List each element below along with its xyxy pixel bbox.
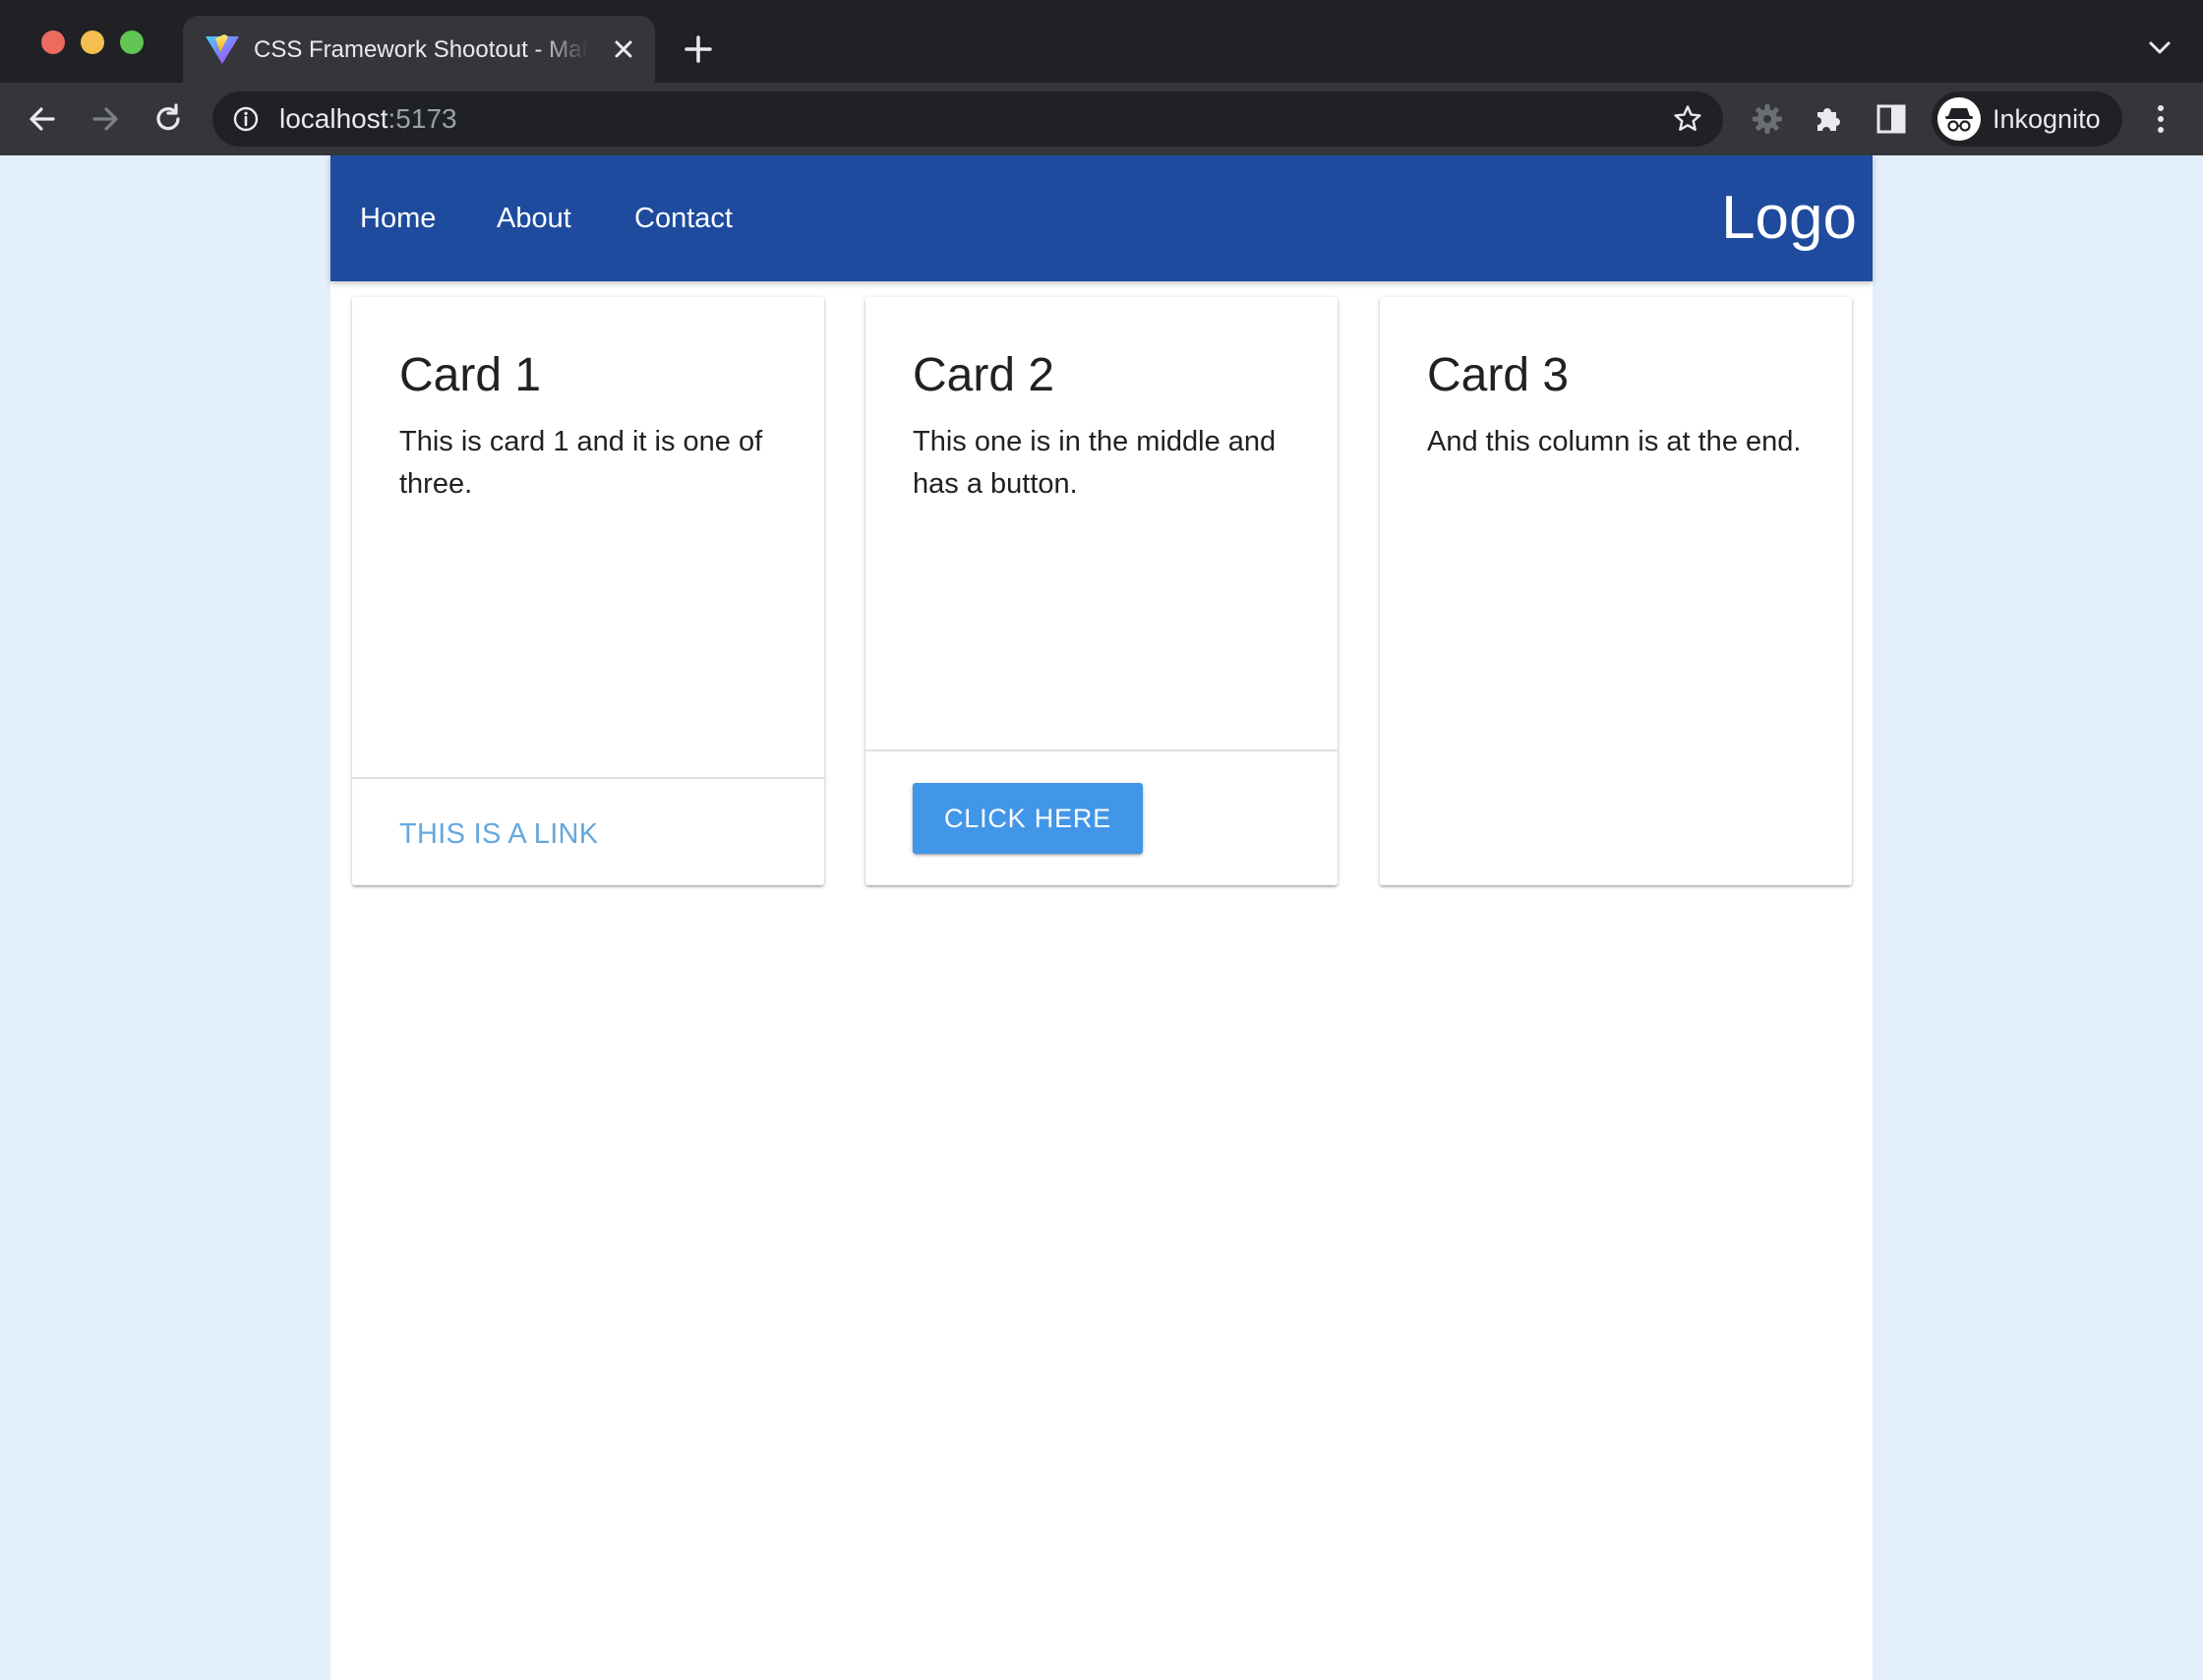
brand-logo[interactable]: Logo [1721,183,1857,254]
card-link[interactable]: This is a link [399,814,598,854]
nav-link-about[interactable]: About [497,199,571,238]
card-action: Click here [865,750,1338,885]
tab-strip: CSS Framework Shootout - Materialize [0,0,2203,83]
card-1: Card 1 This is card 1 and it is one of t… [352,297,824,885]
card-action: This is a link [352,777,824,885]
card-2: Card 2 This one is in the middle and has… [865,297,1338,885]
close-window-button[interactable] [41,30,65,54]
side-panel-icon[interactable] [1869,96,1914,142]
click-here-button[interactable]: Click here [913,783,1143,854]
url-text[interactable]: localhost:5173 [279,101,457,137]
card-3: Card 3 And this column is at the end. [1380,297,1852,885]
profile-label: Inkognito [1993,104,2101,134]
browser-toolbar: localhost:5173 Inkognito [0,83,2203,155]
star-icon[interactable] [1672,103,1703,135]
card-title: Card 1 [399,349,542,401]
gear-icon[interactable] [1745,96,1790,142]
reload-icon[interactable] [146,96,191,142]
maximize-window-button[interactable] [120,30,144,54]
card-text: This is card 1 and it is one of three. [399,426,763,500]
card-title: Card 2 [913,349,1055,401]
page-container: Home About Contact Logo Card 1 This is c… [330,155,1873,1680]
card-title: Card 3 [1427,349,1570,401]
plus-icon[interactable] [679,30,718,69]
nav-link-contact[interactable]: Contact [634,199,733,238]
page-viewport: Home About Contact Logo Card 1 This is c… [0,155,2203,1680]
arrow-right-icon[interactable] [83,96,128,142]
kebab-menu-icon[interactable] [2138,96,2183,142]
url-port: :5173 [387,103,457,134]
chevron-down-icon[interactable] [2142,33,2177,63]
tab-title: CSS Framework Shootout - Materialize [254,36,588,63]
url-host: localhost [279,103,388,134]
close-icon[interactable] [608,33,639,65]
profile-button[interactable]: Inkognito [1932,91,2122,147]
card-text: And this column is at the end. [1427,426,1802,457]
arrow-left-icon[interactable] [20,96,65,142]
nav-link-home[interactable]: Home [360,199,436,238]
incognito-icon [1937,97,1981,141]
browser-window: CSS Framework Shootout - Materialize [0,0,2203,1680]
address-bar[interactable]: localhost:5173 [212,91,1723,147]
vite-logo-icon [205,33,240,65]
navbar: Home About Contact Logo [330,155,1873,281]
info-icon[interactable] [232,105,260,133]
card-text: This one is in the middle and has a butt… [913,426,1277,500]
browser-tab-active[interactable]: CSS Framework Shootout - Materialize [183,16,655,83]
puzzle-icon[interactable] [1806,96,1851,142]
minimize-window-button[interactable] [81,30,104,54]
